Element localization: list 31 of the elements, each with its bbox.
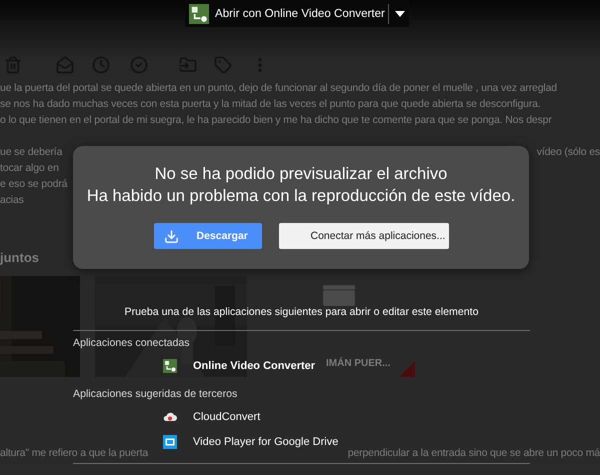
cloud-icon xyxy=(163,410,177,422)
section-heading: Aplicaciones conectadas xyxy=(73,337,190,349)
converter-icon xyxy=(163,358,177,372)
apps-prompt: Prueba una de las aplicaciones siguientes para abrir o editar este elemento xyxy=(124,306,478,318)
dropdown-caret-icon[interactable] xyxy=(395,10,405,16)
clapperboard-icon xyxy=(322,284,356,306)
open-with-bar[interactable]: Abrir con Online Video Converter xyxy=(185,0,409,27)
corner-fold-icon xyxy=(399,361,415,377)
message-text: acias xyxy=(0,194,24,206)
message-text: tocar algo en xyxy=(0,162,59,174)
converter-icon xyxy=(189,4,209,24)
attachments-heading: juntos xyxy=(0,250,39,265)
dialog-subtitle: Ha habido un problema con la reproducción de este vídeo. xyxy=(86,186,516,207)
section-heading: Aplicaciones sugeridas de terceros xyxy=(73,388,238,400)
message-text: altura" me refiero a que la puerta xyxy=(0,447,148,459)
open-with-label: Abrir con Online Video Converter xyxy=(215,7,385,20)
message-text: perpendicular a la entrada sino que se abre un poco má xyxy=(348,447,600,459)
message-text: vídeo (sólo es xyxy=(536,146,600,158)
connect-apps-button[interactable]: Conectar más aplicaciones... xyxy=(278,223,448,249)
message-text: ue la puerta del portal se quede abierta en un punto, dejo de funcionar al segundo día de poner el muelle , una vez arreglad xyxy=(0,82,557,94)
download-icon xyxy=(164,228,178,244)
message-text: e eso se podrá xyxy=(0,178,68,190)
message-text: ue se debería xyxy=(0,146,62,158)
dialog-title: No se ha podido previsualizar el archivo xyxy=(154,164,448,185)
message-text: o lo que tienen en el portal de mi suegra, le ha parecido bien y me ha dicho que te comente para que se ponga. Nos despr xyxy=(0,114,552,126)
file-title: IMÁN PUER... xyxy=(326,358,390,369)
app-link[interactable]: Video Player for Google Drive xyxy=(193,436,338,448)
app-link[interactable]: Online Video Converter xyxy=(193,360,316,372)
app-link[interactable]: CloudConvert xyxy=(193,410,260,422)
message-text: se nos ha dado muchas veces con esta puerta y la mitad de las veces el punto para que quede abierta se desconfigura. xyxy=(0,98,541,110)
player-icon xyxy=(163,434,177,448)
